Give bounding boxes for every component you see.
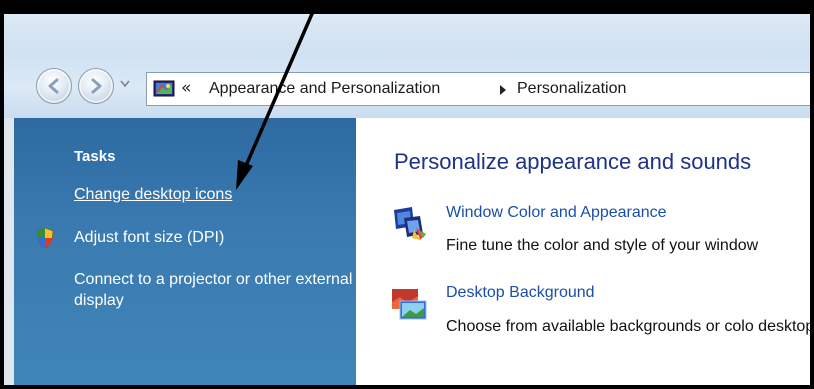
adjust-font-size-link[interactable]: Adjust font size (DPI) — [74, 227, 224, 248]
back-arrow-icon — [48, 78, 59, 94]
change-desktop-icons-link[interactable]: Change desktop icons — [74, 184, 232, 205]
breadcrumb-overflow-button[interactable]: « — [181, 78, 191, 98]
breadcrumb-personalization[interactable]: Personalization — [517, 80, 626, 98]
shield-icon — [36, 227, 54, 249]
window-color-icon[interactable] — [390, 204, 428, 242]
title-bar: « Appearance and Personalization Persona… — [4, 14, 810, 118]
recent-pages-dropdown[interactable] — [120, 80, 130, 88]
window-color-description: Fine tune the color and style of your wi… — [446, 237, 759, 254]
window-color-link[interactable]: Window Color and Appearance — [446, 204, 667, 222]
back-button[interactable] — [36, 68, 72, 104]
explorer-window: « Appearance and Personalization Persona… — [0, 0, 814, 389]
control-panel-icon — [153, 80, 175, 97]
content-area: Tasks Change desktop icons Adjust font s… — [4, 118, 810, 385]
tasks-pane: Tasks Change desktop icons Adjust font s… — [14, 118, 356, 385]
forward-arrow-icon — [91, 78, 102, 94]
breadcrumb-separator-icon[interactable] — [499, 85, 507, 95]
tasks-heading: Tasks — [74, 148, 116, 165]
address-bar[interactable]: « Appearance and Personalization Persona… — [146, 72, 810, 106]
navigation-buttons — [28, 66, 146, 106]
page-title: Personalize appearance and sounds — [394, 149, 752, 174]
main-panel: Personalize appearance and sounds Window… — [356, 118, 810, 385]
desktop-background-icon[interactable] — [390, 286, 428, 324]
breadcrumb-appearance[interactable]: Appearance and Personalization — [209, 80, 440, 98]
connect-projector-link[interactable]: Connect to a projector or other external… — [74, 269, 354, 311]
forward-button[interactable] — [78, 68, 114, 104]
desktop-background-link[interactable]: Desktop Background — [446, 284, 595, 302]
desktop-background-description: Choose from available backgrounds or col… — [446, 318, 814, 335]
